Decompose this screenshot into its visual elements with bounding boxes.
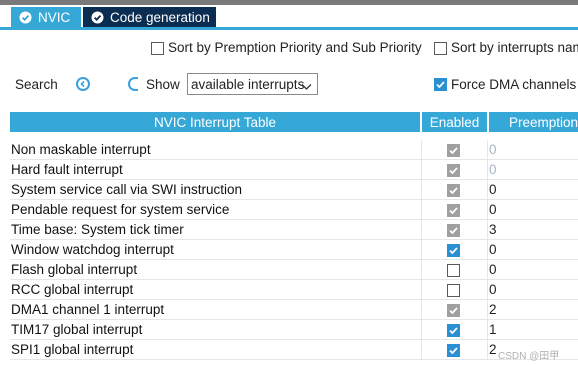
enabled-checkbox [447, 144, 460, 157]
interrupt-name: DMA1 channel 1 interrupt [11, 302, 165, 317]
enabled-checkbox [447, 184, 460, 197]
table-row[interactable]: Flash global interrupt 0 [10, 260, 578, 280]
enabled-checkbox [447, 164, 460, 177]
table-row[interactable]: Time base: System tick timer 3 [10, 220, 578, 240]
table-row[interactable]: SPI1 global interrupt 2 [10, 340, 578, 360]
check-circle-icon [19, 11, 32, 24]
preemption-priority-cell[interactable]: 2 [489, 342, 497, 357]
interrupt-name: Hard fault interrupt [11, 162, 123, 177]
interrupt-name: Flash global interrupt [11, 262, 138, 277]
show-label: Show [146, 77, 180, 92]
checkmark-icon [449, 307, 458, 315]
force-dma-checkbox[interactable] [434, 78, 447, 91]
checkmark-icon [449, 227, 458, 235]
show-select[interactable]: available interrupts [187, 73, 318, 95]
checkmark-icon [449, 147, 458, 155]
preemption-priority-cell[interactable]: 0 [489, 182, 497, 197]
tab-code-generation[interactable]: Code generation [83, 7, 216, 27]
interrupt-name: Window watchdog interrupt [11, 242, 174, 257]
nav-next-icon[interactable] [128, 77, 138, 91]
preemption-priority-cell[interactable]: 3 [489, 222, 497, 237]
sort-interrupts-label: Sort by interrupts nam [451, 40, 578, 55]
interrupt-name: Time base: System tick timer [11, 222, 184, 237]
check-circle-icon [91, 11, 104, 24]
preemption-priority-cell[interactable]: 0 [489, 202, 497, 217]
table-header-preemption[interactable]: Preemption [489, 112, 578, 132]
table-row[interactable]: Pendable request for system service 0 [10, 200, 578, 220]
enabled-checkbox[interactable] [447, 344, 460, 357]
table-row[interactable]: DMA1 channel 1 interrupt 2 [10, 300, 578, 320]
enabled-checkbox[interactable] [447, 244, 460, 257]
table-row[interactable]: Window watchdog interrupt 0 [10, 240, 578, 260]
enabled-checkbox[interactable] [447, 324, 460, 337]
enabled-checkbox [447, 224, 460, 237]
table-title: NVIC Interrupt Table [153, 114, 277, 130]
interrupt-name: System service call via SWI instruction [11, 182, 243, 197]
watermark: CSDN @田甲 [498, 351, 560, 362]
sort-premption-label: Sort by Premption Priority and Sub Prior… [168, 40, 422, 55]
search-label: Search [15, 77, 58, 92]
preemption-priority-cell: 0 [489, 142, 497, 157]
interrupt-name: Pendable request for system service [11, 202, 230, 217]
interrupt-name: Non maskable interrupt [11, 142, 151, 157]
nav-prev-icon[interactable] [76, 77, 90, 91]
preemption-priority-cell[interactable]: 1 [489, 322, 497, 337]
preemption-priority-cell[interactable]: 0 [489, 282, 497, 297]
sort-premption-checkbox[interactable] [151, 42, 164, 55]
table-row[interactable]: Non maskable interrupt 0 [10, 140, 578, 160]
interrupt-name: SPI1 global interrupt [11, 342, 134, 357]
preemption-priority-cell[interactable]: 0 [489, 262, 497, 277]
table-row[interactable]: Hard fault interrupt 0 [10, 160, 578, 180]
interrupt-name: TIM17 global interrupt [11, 322, 143, 337]
preemption-column-label: Preemption [509, 114, 578, 130]
table-row[interactable]: RCC global interrupt 0 [10, 280, 578, 300]
enabled-checkbox [447, 304, 460, 317]
checkmark-icon [449, 327, 458, 335]
table-header-enabled[interactable]: Enabled [422, 112, 487, 132]
enabled-checkbox[interactable] [447, 264, 460, 277]
checkmark-icon [449, 167, 458, 175]
table-row[interactable]: System service call via SWI instruction 0 [10, 180, 578, 200]
enabled-column-label: Enabled [429, 114, 480, 130]
preemption-priority-cell[interactable]: 2 [489, 302, 497, 317]
table-row[interactable]: TIM17 global interrupt 1 [10, 320, 578, 340]
tab-nvic[interactable]: NVIC [11, 7, 81, 27]
checkmark-icon [449, 247, 458, 255]
checkmark-icon [449, 207, 458, 215]
tab-code-generation-label: Code generation [110, 9, 210, 25]
enabled-checkbox [447, 204, 460, 217]
preemption-priority-cell: 0 [489, 162, 497, 177]
force-dma-label: Force DMA channels [451, 77, 577, 92]
sort-interrupts-checkbox[interactable] [434, 42, 447, 55]
interrupt-name: RCC global interrupt [11, 282, 134, 297]
chevron-down-icon [301, 79, 312, 94]
checkmark-icon [436, 81, 445, 89]
preemption-priority-cell[interactable]: 0 [489, 242, 497, 257]
tab-underline [0, 27, 578, 30]
checkmark-icon [449, 187, 458, 195]
enabled-checkbox[interactable] [447, 284, 460, 297]
checkmark-icon [449, 347, 458, 355]
table-header-name[interactable]: NVIC Interrupt Table [10, 112, 420, 132]
tab-nvic-label: NVIC [38, 9, 71, 25]
show-select-value: available interrupts [191, 76, 305, 92]
